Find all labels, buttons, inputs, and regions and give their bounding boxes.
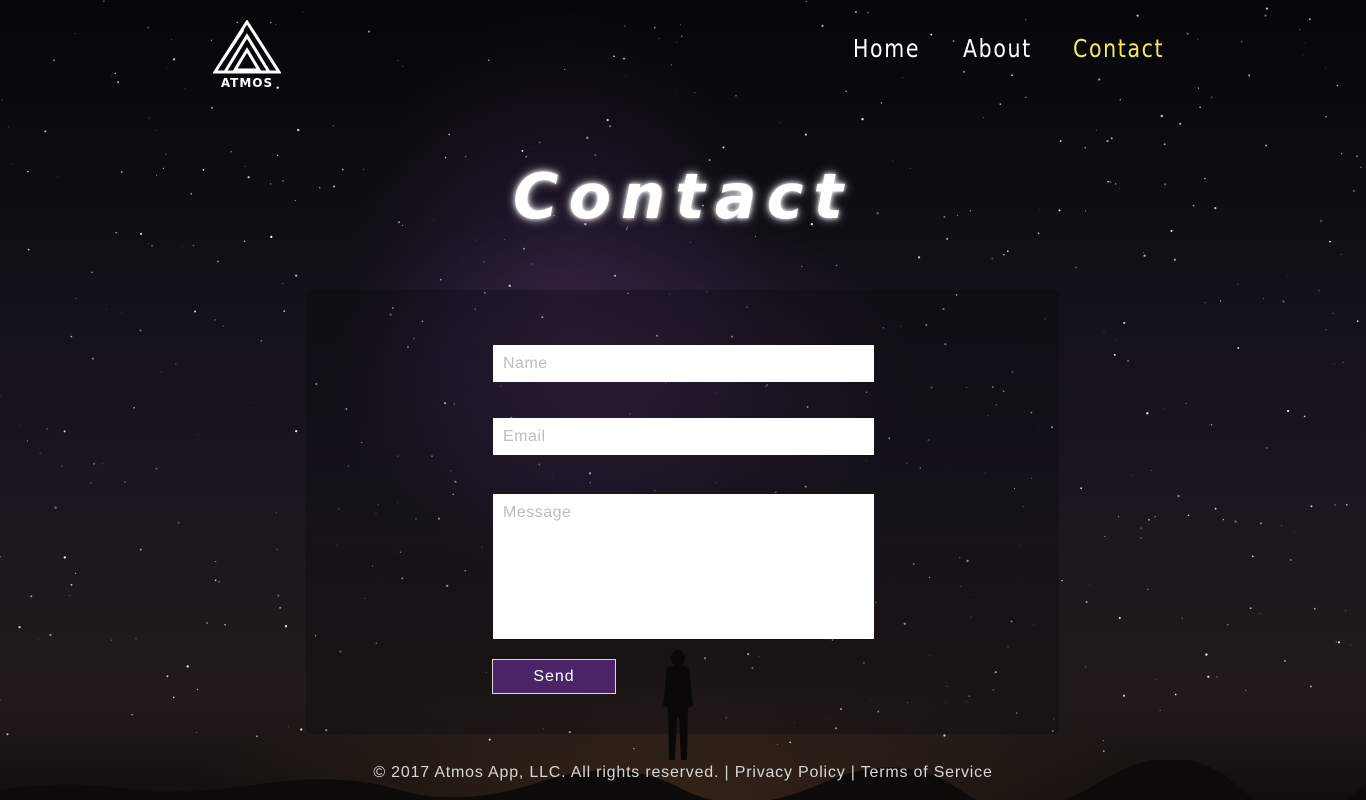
- copyright-text: © 2017 Atmos App, LLC. All rights reserv…: [373, 764, 720, 781]
- person-silhouette-image: [663, 650, 693, 760]
- brand-name: ATMOS: [220, 76, 274, 90]
- footer-separator: |: [850, 764, 856, 781]
- footer: © 2017 Atmos App, LLC. All rights reserv…: [0, 764, 1366, 782]
- nav-home-link[interactable]: Home: [853, 34, 943, 63]
- message-textarea[interactable]: [493, 494, 874, 639]
- nav-about-link[interactable]: About: [963, 34, 1053, 63]
- triangle-logo-icon: [212, 19, 282, 74]
- nav-contact-link[interactable]: Contact: [1073, 34, 1164, 63]
- main-nav: Home About Contact: [853, 30, 1184, 66]
- terms-of-service-link[interactable]: Terms of Service: [861, 764, 993, 781]
- footer-separator: |: [724, 764, 730, 781]
- privacy-policy-link[interactable]: Privacy Policy: [735, 764, 846, 781]
- name-input[interactable]: [493, 345, 874, 382]
- brand-logo[interactable]: ATMOS: [212, 19, 282, 92]
- email-input[interactable]: [493, 418, 874, 455]
- send-button[interactable]: Send: [492, 659, 616, 694]
- page-title: Contact: [512, 160, 854, 233]
